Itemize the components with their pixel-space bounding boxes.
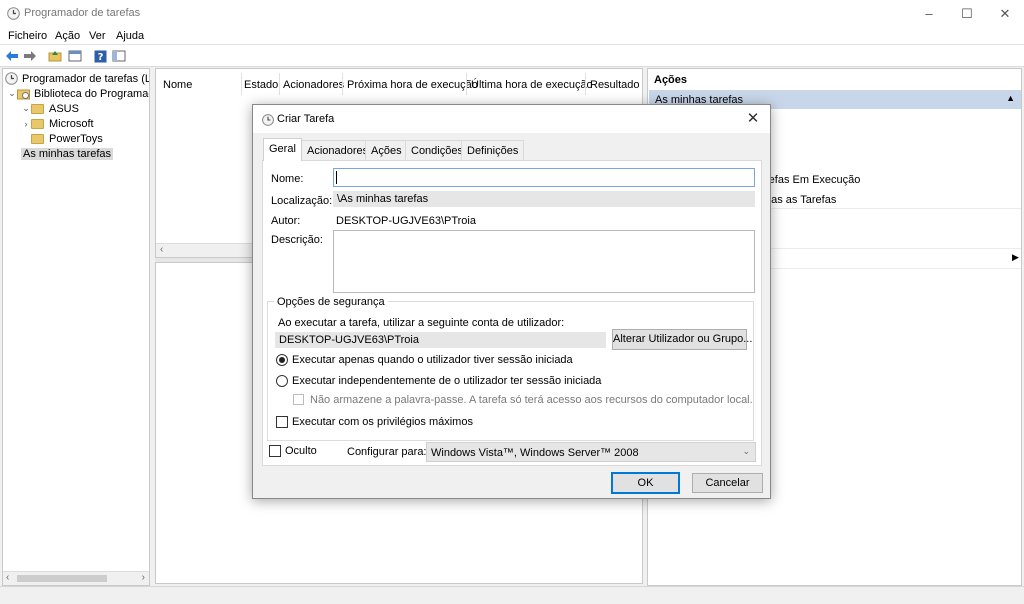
task-scheduler-clock-icon xyxy=(262,114,274,126)
tree-item-label: PowerToys xyxy=(49,132,103,145)
hidden-checkbox[interactable] xyxy=(269,445,281,457)
scroll-right-icon[interactable]: › xyxy=(142,572,145,583)
library-folder-icon xyxy=(17,89,30,99)
status-bar xyxy=(0,586,1024,604)
menu-ajuda[interactable]: Ajuda xyxy=(116,30,144,42)
tab-definicoes[interactable]: Definições xyxy=(461,140,525,160)
task-scheduler-clock-icon xyxy=(5,72,18,85)
column-header-proxima-execucao[interactable]: Próxima hora de execução xyxy=(347,79,478,91)
back-arrow-icon[interactable] xyxy=(3,47,21,65)
minimize-button[interactable]: – xyxy=(910,0,948,27)
tree-root-label: Programador de tarefas (Local xyxy=(22,72,149,85)
run-only-logged-on-label[interactable]: Executar apenas quando o utilizador tive… xyxy=(292,354,573,366)
column-header-acionadores[interactable]: Acionadores xyxy=(283,79,344,91)
security-options-title: Opções de segurança xyxy=(274,296,388,308)
tab-acionadores[interactable]: Acionadores xyxy=(301,140,375,160)
column-header-nome[interactable]: Nome xyxy=(163,79,192,91)
author-label: Autor: xyxy=(271,215,301,227)
description-label: Descrição: xyxy=(271,234,323,246)
maximize-button[interactable]: ☐ xyxy=(948,0,986,27)
menu-ficheiro[interactable]: Ficheiro xyxy=(8,30,47,42)
hidden-label[interactable]: Oculto xyxy=(285,445,317,457)
menu-bar: Ficheiro Ação Ver Ajuda xyxy=(0,27,1024,45)
menu-ver[interactable]: Ver xyxy=(89,30,106,42)
tab-acoes[interactable]: Ações xyxy=(365,140,408,160)
folder-icon xyxy=(31,118,44,129)
svg-text:?: ? xyxy=(97,52,103,63)
highest-privileges-checkbox[interactable] xyxy=(276,416,288,428)
author-value: DESKTOP-UGJVE63\PTroia xyxy=(336,215,476,227)
forward-arrow-icon[interactable] xyxy=(21,47,39,65)
account-prompt: Ao executar a tarefa, utilizar a seguint… xyxy=(278,317,565,329)
scroll-left-icon[interactable]: ‹ xyxy=(160,244,163,255)
account-value: DESKTOP-UGJVE63\PTroia xyxy=(275,332,606,348)
name-input[interactable] xyxy=(333,168,755,187)
highest-privileges-label[interactable]: Executar com os privilégios máximos xyxy=(292,416,473,428)
tab-geral[interactable]: Geral xyxy=(263,138,302,161)
chevron-down-icon: ⌄ xyxy=(742,446,750,456)
configure-for-value: Windows Vista™, Windows Server™ 2008 xyxy=(431,447,639,459)
tree-item-microsoft[interactable]: › Microsoft xyxy=(21,116,94,131)
change-user-group-button[interactable]: Alterar Utilizador ou Grupo... xyxy=(612,329,752,350)
ok-button[interactable]: OK xyxy=(611,472,680,494)
tree-item-powertoys[interactable]: PowerToys xyxy=(21,131,103,146)
location-label: Localização: xyxy=(271,195,333,207)
column-header-ultima-execucao[interactable]: Última hora de execução xyxy=(471,79,593,91)
run-whether-logged-on-label[interactable]: Executar independentemente de o utilizad… xyxy=(292,375,601,387)
tree-item-asus[interactable]: ⌄ ASUS xyxy=(21,101,79,116)
dialog-titlebar: Criar Tarefa ✕ xyxy=(253,105,770,133)
folder-icon xyxy=(31,103,44,114)
action-enable-all-tasks-history[interactable]: nas as Tarefas xyxy=(765,194,836,206)
do-not-store-password-label[interactable]: Não armazene a palavra-passe. A tarefa s… xyxy=(310,394,753,406)
navigation-tree: Programador de tarefas (Local ⌄ Bibliote… xyxy=(2,68,150,586)
collapse-up-icon[interactable]: ▲ xyxy=(1006,93,1015,103)
properties-icon[interactable] xyxy=(110,47,128,65)
action-display-running-tasks[interactable]: refas Em Execução xyxy=(765,174,860,186)
folder-up-icon[interactable] xyxy=(46,47,64,65)
chevron-down-icon[interactable]: ⌄ xyxy=(7,88,17,99)
scrollbar-thumb[interactable] xyxy=(17,575,107,582)
configure-for-select[interactable]: Windows Vista™, Windows Server™ 2008 ⌄ xyxy=(426,442,756,462)
tree-item-label: Microsoft xyxy=(49,117,94,130)
location-value: \As minhas tarefas xyxy=(333,191,755,207)
run-only-logged-on-radio[interactable] xyxy=(276,354,288,366)
name-label: Nome: xyxy=(271,173,304,185)
close-window-button[interactable]: ✕ xyxy=(986,0,1024,27)
cancel-button[interactable]: Cancelar xyxy=(692,473,763,493)
dialog-close-button[interactable]: ✕ xyxy=(742,109,764,129)
toolbar: ? xyxy=(0,45,1024,67)
tab-condicoes[interactable]: Condições xyxy=(405,140,469,160)
window-title: Programador de tarefas xyxy=(24,7,141,19)
tree-library-label: Biblioteca do Programado xyxy=(34,87,150,100)
tree-item-label: As minhas tarefas xyxy=(21,147,114,160)
chevron-down-icon[interactable]: ⌄ xyxy=(21,103,31,114)
show-hide-console-icon[interactable] xyxy=(66,47,84,65)
column-header-estado[interactable]: Estado xyxy=(244,79,278,91)
help-icon[interactable]: ? xyxy=(91,47,109,65)
scroll-left-icon[interactable]: ‹ xyxy=(6,572,9,583)
menu-acao[interactable]: Ação xyxy=(55,30,80,42)
tree-item-as-minhas-tarefas[interactable]: As minhas tarefas xyxy=(21,146,114,161)
description-textarea[interactable] xyxy=(333,230,755,293)
tree-root-item[interactable]: Programador de tarefas (Local xyxy=(5,71,149,86)
do-not-store-password-checkbox[interactable] xyxy=(293,394,304,405)
folder-icon xyxy=(31,133,44,144)
run-whether-logged-on-radio[interactable] xyxy=(276,375,288,387)
submenu-arrow-icon[interactable]: ▶ xyxy=(1012,252,1019,263)
tree-item-label: ASUS xyxy=(49,102,79,115)
configure-for-label: Configurar para: xyxy=(347,446,427,458)
window-titlebar: Programador de tarefas – ☐ ✕ xyxy=(0,0,1024,27)
tree-library-item[interactable]: ⌄ Biblioteca do Programado xyxy=(7,86,150,101)
tree-horizontal-scrollbar[interactable]: ‹ › xyxy=(3,571,149,585)
column-header-resultado[interactable]: Resultado d xyxy=(590,79,640,91)
create-task-dialog: Criar Tarefa ✕ Geral Acionadores Ações C… xyxy=(252,104,771,499)
actions-header: Ações xyxy=(654,74,688,86)
dialog-title: Criar Tarefa xyxy=(277,113,335,125)
chevron-right-icon[interactable]: › xyxy=(21,119,31,129)
task-scheduler-clock-icon xyxy=(7,7,20,20)
